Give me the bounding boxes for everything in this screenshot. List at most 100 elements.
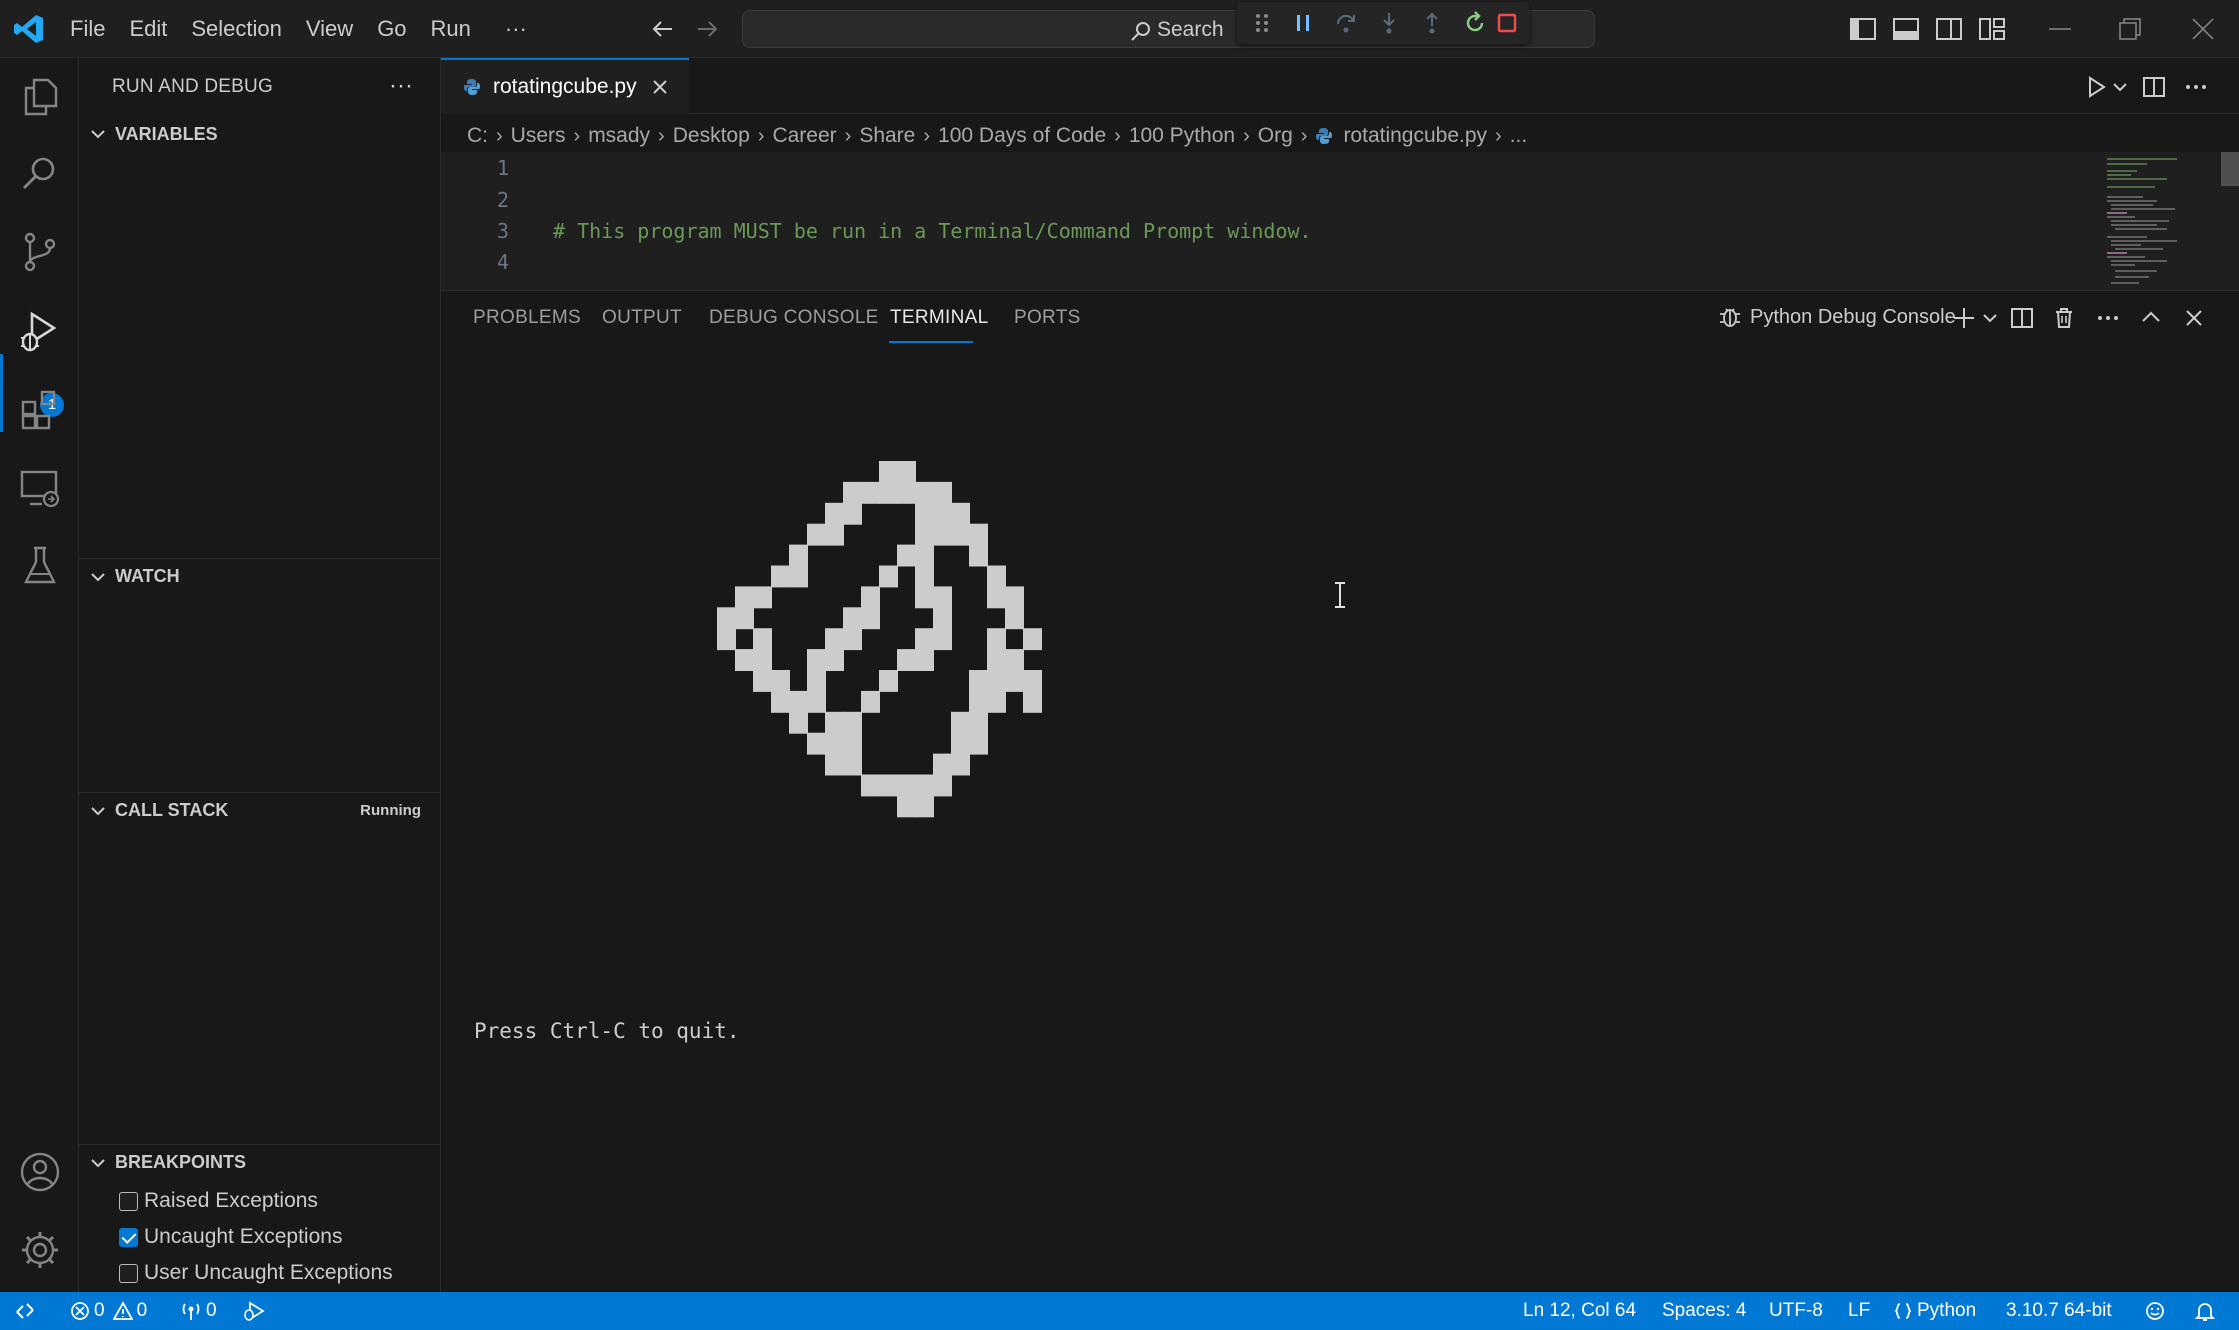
drag-handle-icon[interactable] — [1249, 10, 1275, 36]
step-into-icon[interactable] — [1376, 10, 1402, 36]
back-arrow-icon[interactable] — [650, 17, 676, 41]
stop-icon[interactable] — [1494, 10, 1520, 36]
terminal-dropdown-chevron-icon[interactable] — [1981, 305, 1999, 331]
status-bar: 0 0 0 Ln 12, Col 64 Spaces: 4 UTF-8 LF P… — [0, 1292, 2239, 1330]
pause-icon[interactable] — [1290, 10, 1316, 36]
breakpoint-uncaught-exceptions[interactable]: Uncaught Exceptions — [119, 1220, 342, 1254]
breadcrumb-item[interactable]: 100 Python — [1129, 124, 1235, 148]
raised-exceptions-checkbox[interactable] — [119, 1191, 138, 1211]
user-uncaught-exceptions-checkbox[interactable] — [119, 1263, 138, 1283]
editor-more-icon[interactable] — [2183, 74, 2209, 100]
new-terminal-icon[interactable] — [1951, 305, 1977, 331]
menu-go[interactable]: Go — [365, 16, 418, 42]
extensions-icon[interactable] — [18, 388, 62, 432]
restore-icon[interactable] — [2113, 12, 2147, 46]
call-stack-section-header[interactable]: CALL STACK Running — [79, 792, 441, 828]
cube-block — [753, 586, 772, 609]
cursor-position[interactable]: Ln 12, Col 64 — [1523, 1292, 1636, 1330]
close-tab-icon[interactable] — [651, 78, 669, 96]
indentation[interactable]: Spaces: 4 — [1662, 1292, 1747, 1330]
tab-ports[interactable]: PORTS — [1014, 307, 1081, 329]
cube-block — [987, 565, 1006, 588]
cube-block — [1005, 586, 1024, 609]
cube-block — [825, 523, 844, 546]
breadcrumb-item[interactable]: msady — [588, 124, 650, 148]
watch-section-header[interactable]: WATCH — [79, 558, 441, 594]
terminal-session-selector[interactable]: Python Debug Console — [1718, 305, 1956, 329]
split-editor-icon[interactable] — [2141, 74, 2167, 100]
breadcrumb-item[interactable]: Org — [1258, 124, 1293, 148]
code-editor[interactable]: 1 2 3 4 # This program MUST be run in a … — [441, 152, 2239, 290]
cube-block — [789, 690, 808, 713]
toggle-panel-icon[interactable] — [1889, 12, 1923, 46]
close-window-icon[interactable] — [2186, 12, 2220, 46]
active-indicator — [0, 354, 3, 432]
step-out-icon[interactable] — [1419, 10, 1445, 36]
menu-run[interactable]: Run — [419, 16, 483, 42]
debug-status[interactable] — [242, 1292, 270, 1330]
variables-section-header[interactable]: VARIABLES — [79, 116, 441, 152]
copilot-feedback[interactable] — [2144, 1292, 2170, 1330]
tab-problems[interactable]: PROBLEMS — [473, 307, 581, 329]
run-debug-icon[interactable] — [18, 310, 62, 354]
breakpoint-user-uncaught-exceptions[interactable]: User Uncaught Exceptions — [119, 1256, 393, 1290]
cube-block — [771, 670, 790, 692]
file-encoding[interactable]: UTF-8 — [1769, 1292, 1823, 1330]
problems-indicator[interactable]: 0 0 — [70, 1292, 147, 1330]
maximize-panel-chevron-up-icon[interactable] — [2138, 305, 2164, 331]
minimap[interactable] — [2101, 156, 2221, 290]
ports-indicator[interactable]: 0 — [180, 1292, 217, 1330]
breadcrumb-item[interactable]: ... — [1510, 124, 1528, 148]
breadcrumb-item[interactable]: Career — [772, 124, 836, 148]
restart-icon[interactable] — [1462, 10, 1488, 36]
python-interpreter[interactable]: 3.10.7 64-bit — [2006, 1292, 2112, 1330]
forward-arrow-icon[interactable] — [694, 17, 720, 41]
sidebar-title: RUN AND DEBUG — [112, 76, 273, 97]
menu-file[interactable]: File — [58, 16, 117, 42]
breadcrumb-item[interactable]: 100 Days of Code — [938, 124, 1106, 148]
step-over-icon[interactable] — [1333, 10, 1359, 36]
editor-scrollbar[interactable] — [2221, 152, 2239, 186]
run-dropdown-chevron-icon[interactable] — [2111, 74, 2129, 100]
toggle-primary-sidebar-icon[interactable] — [1846, 12, 1880, 46]
settings-gear-icon[interactable] — [18, 1228, 62, 1272]
remote-explorer-icon[interactable] — [18, 466, 62, 510]
language-mode[interactable]: Python — [1893, 1292, 1976, 1330]
breadcrumb-item[interactable]: Share — [859, 124, 915, 148]
uncaught-exceptions-checkbox[interactable] — [119, 1227, 138, 1247]
notifications[interactable] — [2194, 1292, 2220, 1330]
breakpoint-raised-exceptions[interactable]: Raised Exceptions — [119, 1184, 318, 1218]
breadcrumb-item[interactable]: Users — [511, 124, 566, 148]
tab-output[interactable]: OUTPUT — [602, 307, 682, 329]
source-control-icon[interactable] — [18, 230, 62, 274]
menu-view[interactable]: View — [294, 16, 365, 42]
cube-block — [753, 649, 772, 671]
menu-edit[interactable]: Edit — [117, 16, 179, 42]
customize-layout-icon[interactable] — [1975, 12, 2009, 46]
breadcrumb-item[interactable]: Desktop — [673, 124, 750, 148]
account-icon[interactable] — [18, 1150, 62, 1194]
minimize-icon[interactable] — [2043, 12, 2077, 46]
tab-terminal[interactable]: TERMINAL — [890, 307, 988, 329]
kill-terminal-trash-icon[interactable] — [2051, 305, 2077, 331]
testing-icon[interactable] — [18, 544, 62, 588]
menu-selection[interactable]: Selection — [179, 16, 294, 42]
explorer-icon[interactable] — [18, 74, 62, 118]
breadcrumb-item[interactable]: rotatingcube.py — [1343, 124, 1487, 148]
run-python-file-icon[interactable] — [2083, 74, 2109, 100]
remote-indicator[interactable] — [14, 1292, 40, 1330]
tab-rotatingcube[interactable]: rotatingcube.py — [441, 58, 689, 114]
search-icon[interactable] — [18, 152, 62, 196]
tab-debug-console[interactable]: DEBUG CONSOLE — [709, 307, 879, 329]
breakpoints-section-header[interactable]: BREAKPOINTS — [79, 1144, 441, 1180]
sidebar-more-button[interactable]: ··· — [389, 72, 413, 100]
split-terminal-icon[interactable] — [2009, 305, 2035, 331]
breadcrumb-item[interactable]: C: — [467, 124, 488, 148]
end-of-line[interactable]: LF — [1848, 1292, 1870, 1330]
panel-more-icon[interactable] — [2095, 305, 2121, 331]
search-icon — [1131, 22, 1150, 41]
cube-block — [951, 711, 970, 734]
close-panel-icon[interactable] — [2181, 305, 2207, 331]
menu-more[interactable]: ··· — [483, 16, 539, 42]
toggle-secondary-sidebar-icon[interactable] — [1932, 12, 1966, 46]
